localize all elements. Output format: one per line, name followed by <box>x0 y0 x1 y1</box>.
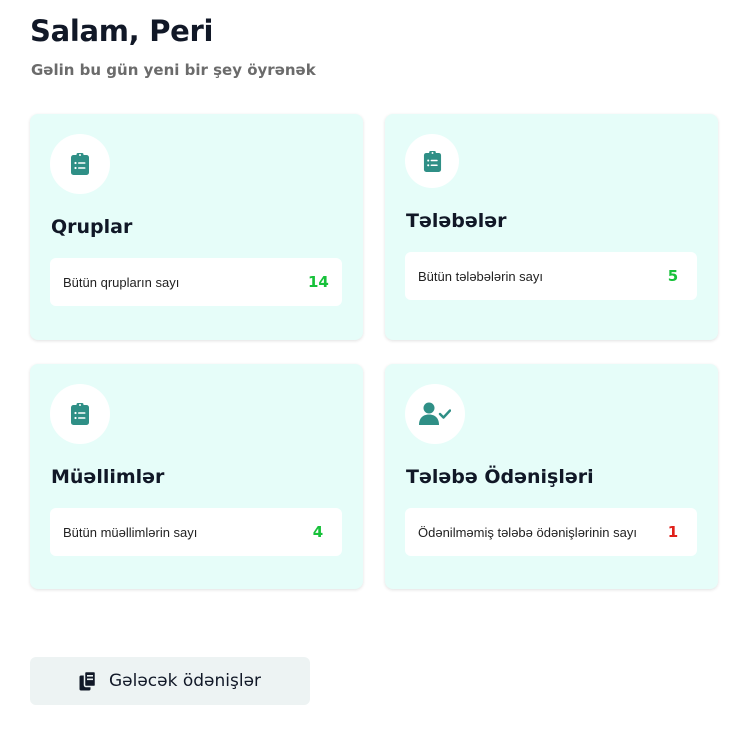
teachers-card[interactable]: Müəllimlər Bütün müəllimlərin sayı 4 <box>30 364 363 589</box>
students-card[interactable]: Tələbələr Bütün tələbələrin sayı 5 <box>385 114 718 340</box>
clipboard-list-icon <box>71 153 89 175</box>
groups-card[interactable]: Qruplar Bütün qrupların sayı 14 <box>30 114 363 340</box>
groups-count: 14 <box>308 273 329 291</box>
groups-card-title: Qruplar <box>51 216 133 238</box>
greeting-title: Salam, Peri <box>30 14 214 48</box>
teachers-stat-box: Bütün müəllimlərin sayı 4 <box>50 508 342 556</box>
groups-stat-box: Bütün qrupların sayı 14 <box>50 258 342 306</box>
clipboard-list-icon <box>71 403 89 425</box>
groups-icon-badge <box>50 134 110 194</box>
students-stat-box: Bütün tələbələrin sayı 5 <box>405 252 697 300</box>
students-count: 5 <box>667 267 679 285</box>
copy-icon <box>79 671 97 691</box>
student-payments-card-title: Tələbə Ödənişləri <box>406 466 594 488</box>
students-stat-label: Bütün tələbələrin sayı <box>418 268 544 284</box>
teachers-stat-label: Bütün müəllimlərin sayı <box>63 524 198 540</box>
student-payments-stat-label: Ödənilməmiş tələbə ödənişlərinin sayı <box>418 524 637 540</box>
groups-stat-label: Bütün qrupların sayı <box>63 274 180 290</box>
student-payments-icon-badge <box>405 384 465 444</box>
user-check-icon <box>419 402 451 425</box>
teachers-card-title: Müəllimlər <box>51 466 165 488</box>
student-payments-stat-box: Ödənilməmiş tələbə ödənişlərinin sayı 1 <box>405 508 697 556</box>
future-payments-label: Gələcək ödənişlər <box>108 671 262 691</box>
future-payments-button[interactable]: Gələcək ödənişlər <box>30 657 310 705</box>
clipboard-list-icon <box>423 150 441 172</box>
student-payments-card[interactable]: Tələbə Ödənişləri Ödənilməmiş tələbə ödə… <box>385 364 718 589</box>
unpaid-payments-count: 1 <box>667 523 679 541</box>
greeting-subtitle: Gəlin bu gün yeni bir şey öyrənək <box>31 61 316 79</box>
students-card-title: Tələbələr <box>406 210 507 232</box>
students-icon-badge <box>405 134 459 188</box>
teachers-icon-badge <box>50 384 110 444</box>
teachers-count: 4 <box>312 523 324 541</box>
